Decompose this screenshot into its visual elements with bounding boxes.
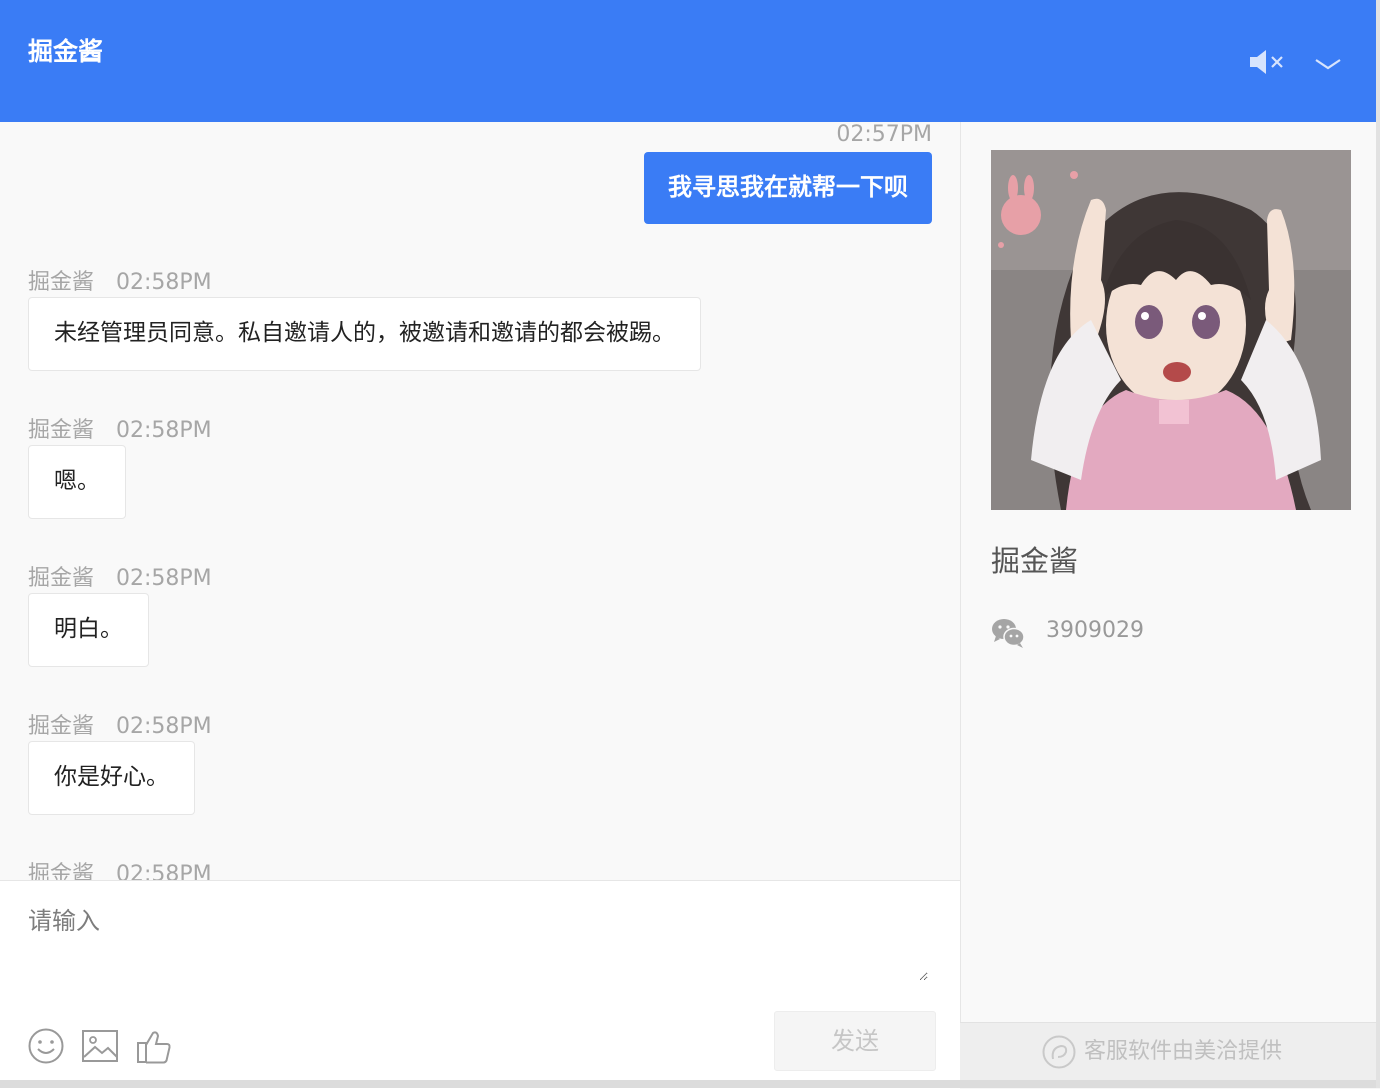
avatar: [991, 150, 1351, 510]
emoji-icon[interactable]: [27, 1027, 65, 1065]
message-list[interactable]: 02:57PM 我寻思我在就帮一下呗 掘金酱 02:58PM 未经管理员同意。私自…: [0, 122, 960, 880]
message-timestamp: 02:57PM: [836, 122, 932, 147]
chat-header: 掘金酱: [0, 0, 1376, 122]
wechat-id: 3909029: [1046, 618, 1144, 643]
message-timestamp: 02:58PM: [116, 862, 212, 880]
message-input[interactable]: [28, 901, 928, 981]
sender-name: 掘金酱: [28, 862, 95, 880]
sender-name: 掘金酱: [28, 418, 95, 443]
message-timestamp: 02:58PM: [116, 418, 212, 443]
agent-profile-panel: 掘金酱 3909029: [960, 122, 1377, 1022]
incoming-message-bubble: 嗯。: [28, 445, 126, 519]
message-meta: 掘金酱 02:58PM: [28, 264, 212, 296]
incoming-message-bubble: 明白。: [28, 593, 149, 667]
message-timestamp: 02:58PM: [116, 270, 212, 295]
speaker-muted-icon[interactable]: [1246, 46, 1286, 78]
message-meta: 掘金酱 02:58PM: [28, 560, 212, 592]
chevron-down-icon[interactable]: [1310, 48, 1346, 80]
incoming-message-bubble: 未经管理员同意。私自邀请人的，被邀请和邀请的都会被踢。: [28, 297, 701, 371]
sender-name: 掘金酱: [28, 714, 95, 739]
thumbs-up-icon[interactable]: [135, 1027, 173, 1065]
message-meta: 掘金酱 02:58PM: [28, 856, 212, 880]
header-title: 掘金酱: [28, 37, 104, 66]
agent-name: 掘金酱: [991, 544, 1079, 578]
message-meta: 掘金酱 02:58PM: [28, 708, 212, 740]
window-border: [1376, 0, 1380, 1088]
footer-text: 客服软件由美洽提供: [1084, 1039, 1283, 1064]
image-icon[interactable]: [81, 1027, 119, 1065]
powered-by-footer: 客服软件由美洽提供: [960, 1022, 1376, 1081]
send-button[interactable]: 发送: [774, 1011, 936, 1071]
wechat-icon: [991, 616, 1025, 650]
sender-name: 掘金酱: [28, 270, 95, 295]
message-timestamp: 02:58PM: [116, 566, 212, 591]
sender-name: 掘金酱: [28, 566, 95, 591]
outgoing-message-bubble: 我寻思我在就帮一下呗: [644, 152, 932, 224]
composer: 发送: [0, 880, 960, 1089]
message-timestamp: 02:58PM: [116, 714, 212, 739]
incoming-message-bubble: 你是好心。: [28, 741, 195, 815]
message-meta: 掘金酱 02:58PM: [28, 412, 212, 444]
window-border: [0, 1080, 1380, 1088]
meiqia-logo-icon: [1042, 1035, 1076, 1069]
